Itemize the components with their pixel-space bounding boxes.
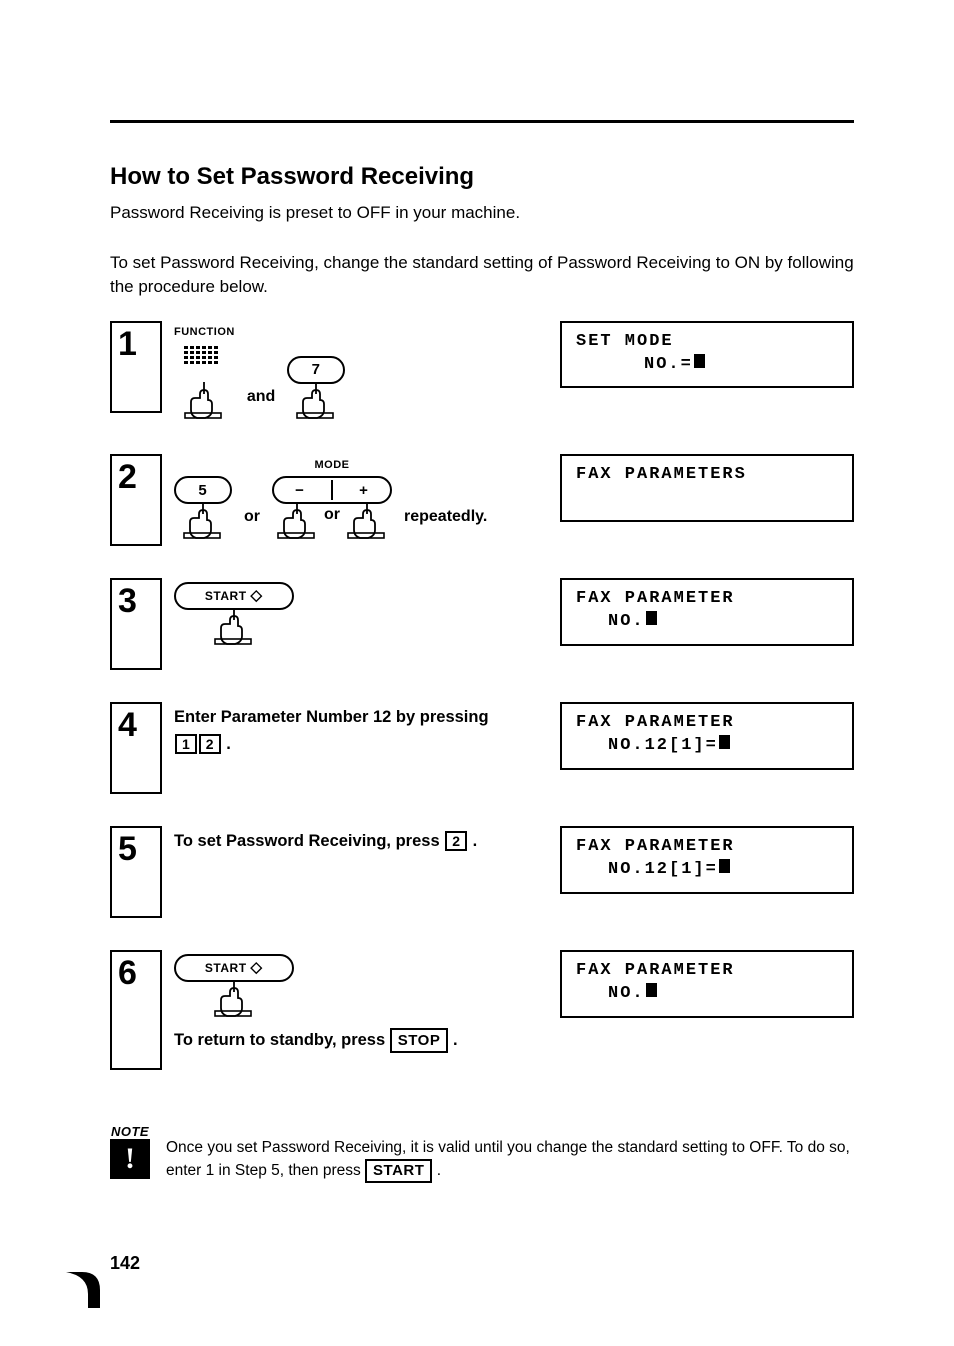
step-row: 4 Enter Parameter Number 12 by pressing … — [110, 702, 854, 794]
step-number: 1 — [110, 321, 162, 413]
keycap-2: 2 — [199, 734, 221, 754]
intro-text-1: Password Receiving is preset to OFF in y… — [110, 203, 854, 223]
step-text: Enter Parameter Number 12 by pressing — [174, 706, 548, 729]
step-row: 3 START ◇ FAX PARAMET — [110, 578, 854, 670]
mode-label: MODE — [315, 458, 350, 473]
period: . — [453, 1031, 458, 1049]
step-number: 4 — [110, 702, 162, 794]
keypad-icon — [178, 344, 230, 384]
lcd-display: FAX PARAMETER NO. — [560, 578, 854, 646]
repeatedly-text: repeatedly. — [404, 506, 487, 528]
lcd-display: FAX PARAMETERS — [560, 454, 854, 522]
step-number: 6 — [110, 950, 162, 1070]
note-block: NOTE ! Once you set Password Receiving, … — [110, 1124, 854, 1183]
cursor-icon — [719, 859, 730, 873]
display-line1: FAX PARAMETER — [576, 960, 838, 983]
page-number: 142 — [110, 1253, 140, 1274]
hand-icon — [209, 606, 259, 648]
exclaim-icon: ! — [110, 1139, 150, 1179]
function-label: FUNCTION — [174, 325, 235, 340]
step-row: 5 To set Password Receiving, press 2 . F… — [110, 826, 854, 918]
display-line2 — [576, 487, 838, 510]
display-line2: NO. — [576, 983, 838, 1006]
steps-list: 1 FUNCTION — [110, 321, 854, 1070]
hand-icon — [342, 500, 392, 542]
step-action: START ◇ To return to standby, press STOP… — [174, 950, 548, 1053]
or-connector: or — [244, 506, 260, 528]
hand-icon — [178, 500, 228, 542]
hand-icon — [291, 380, 341, 422]
display-line1: FAX PARAMETER — [576, 588, 838, 611]
cursor-icon — [646, 611, 657, 625]
note-text: Once you set Password Receiving, it is v… — [166, 1124, 854, 1183]
display-line2: NO.= — [576, 354, 838, 377]
hand-icon — [272, 500, 322, 542]
horizontal-rule — [110, 120, 854, 123]
step-row: 6 START ◇ To return to s — [110, 950, 854, 1070]
period: . — [473, 832, 478, 850]
lcd-display: FAX PARAMETER NO. — [560, 950, 854, 1018]
return-standby-text: To return to standby, press — [174, 1031, 385, 1049]
step-action: Enter Parameter Number 12 by pressing 12… — [174, 702, 548, 794]
cursor-icon — [646, 983, 657, 997]
step-action: FUNCTION — [174, 321, 548, 422]
intro-text-2: To set Password Receiving, change the st… — [110, 251, 854, 299]
plus-label: + — [359, 480, 369, 501]
or-connector: or — [324, 504, 340, 532]
step-row: 1 FUNCTION — [110, 321, 854, 422]
keycap-stop: STOP — [390, 1028, 449, 1053]
keycap-1: 1 — [175, 734, 197, 754]
display-line1: SET MODE — [576, 331, 838, 354]
and-connector: and — [247, 386, 275, 408]
step-number: 3 — [110, 578, 162, 670]
page-title: How to Set Password Receiving — [110, 163, 854, 191]
keycap-start: START — [365, 1159, 432, 1183]
step-action: To set Password Receiving, press 2 . — [174, 826, 548, 918]
step-number: 5 — [110, 826, 162, 918]
hand-icon — [209, 978, 259, 1020]
display-line2: NO. — [576, 611, 838, 634]
lcd-display: SET MODE NO.= — [560, 321, 854, 389]
keycap-2: 2 — [445, 831, 467, 851]
display-line1: FAX PARAMETER — [576, 836, 838, 859]
corner-indicator-icon — [38, 1272, 100, 1308]
period: . — [437, 1162, 441, 1179]
hand-icon — [179, 380, 229, 422]
display-line2: NO.12[1]= — [576, 735, 838, 758]
display-line2: NO.12[1]= — [576, 859, 838, 882]
note-label: NOTE — [111, 1124, 149, 1139]
period: . — [226, 735, 231, 753]
step-action: START ◇ — [174, 578, 548, 670]
step-text: To set Password Receiving, press — [174, 832, 440, 850]
lcd-display: FAX PARAMETER NO.12[1]= — [560, 826, 854, 894]
cursor-icon — [719, 735, 730, 749]
step-action: 5 or MODE − + — [174, 454, 548, 546]
step-number: 2 — [110, 454, 162, 546]
display-line1: FAX PARAMETER — [576, 712, 838, 735]
step-row: 2 5 or MODE − — [110, 454, 854, 546]
minus-label: − — [295, 480, 305, 501]
lcd-display: FAX PARAMETER NO.12[1]= — [560, 702, 854, 770]
display-line1: FAX PARAMETERS — [576, 464, 838, 487]
cursor-icon — [694, 354, 705, 368]
